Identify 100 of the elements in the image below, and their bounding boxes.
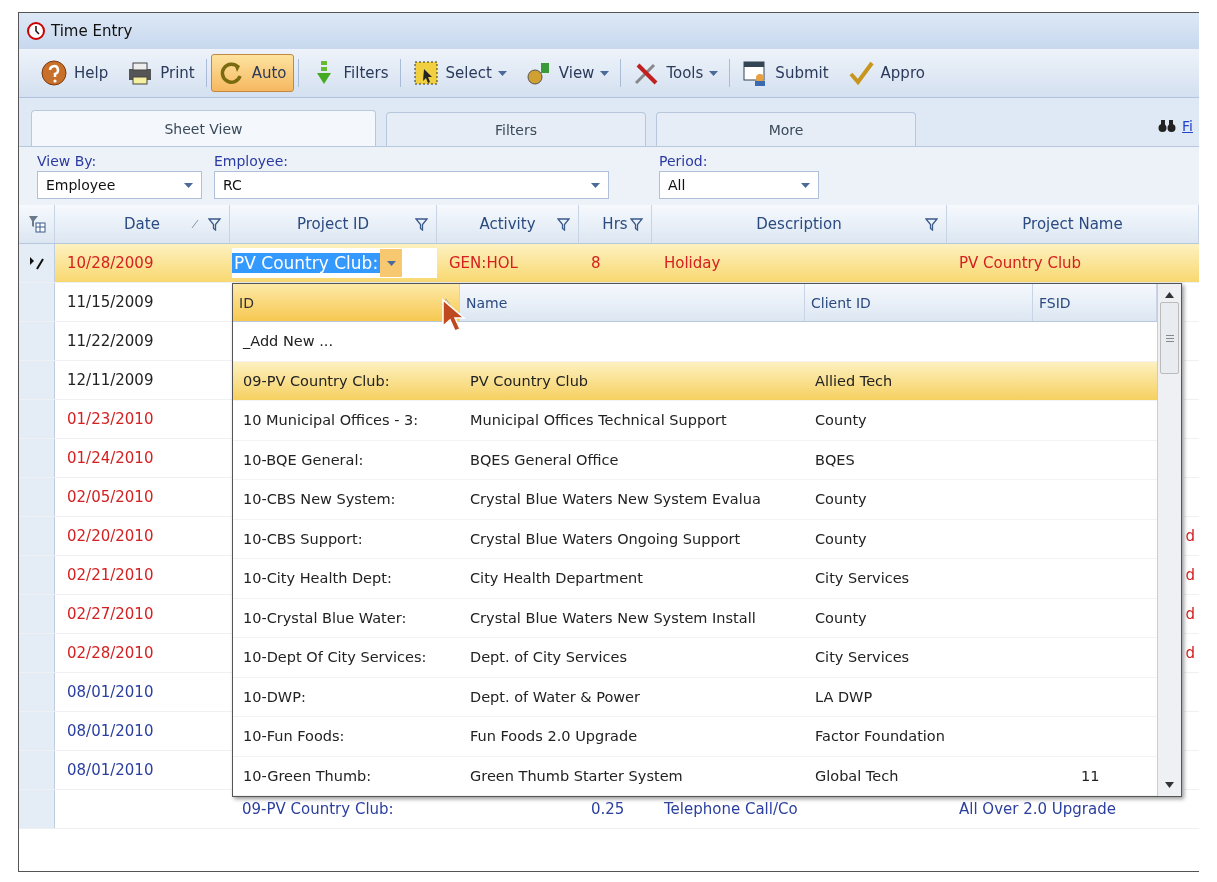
list-item[interactable]: 10-Dept Of City Services: Dept. of City Services City Services [233, 638, 1157, 678]
column-header[interactable]: Activity [479, 215, 536, 233]
table-cell-text: 10-CBS New System: [242, 490, 397, 510]
toolbar-button[interactable]: Print [119, 54, 202, 92]
binoculars-icon [1158, 119, 1177, 133]
toolbar-button[interactable]: Help [33, 54, 116, 92]
toolbar-button[interactable]: Submit [734, 54, 836, 92]
table-cell-text: Crystal Blue Waters New System Evalua [469, 490, 762, 510]
dropdown-arrow-icon[interactable] [591, 182, 600, 188]
list-item[interactable]: 10-DWP: Dept. of Water & Power LA DWP [233, 677, 1157, 717]
column-header[interactable]: Date [124, 215, 160, 233]
table-cell: 0.25 [591, 800, 625, 818]
scroll-down-icon[interactable] [1165, 782, 1174, 788]
dropdown-arrow-icon[interactable] [386, 260, 396, 266]
toolbar-button[interactable]: View [517, 54, 617, 92]
dropdown-arrow-icon[interactable] [801, 182, 810, 188]
table-cell-text: 09-PV Country Club: [242, 371, 391, 391]
table-cell-text: 11 [1080, 766, 1101, 786]
toolbar-button[interactable]: Auto [210, 54, 294, 92]
table-cell: 01/23/2010 [67, 410, 154, 428]
table-cell-text: 10 Municipal Offices - 3: [242, 411, 420, 431]
list-item[interactable]: _Add New ... [233, 322, 1157, 362]
filter-icon[interactable] [208, 218, 221, 231]
column-header[interactable]: Description [756, 215, 842, 233]
dropdown-arrow-icon[interactable] [184, 182, 193, 188]
table-cell-text: 10-CBS Support: [242, 529, 364, 549]
table-cell: 02/28/2010 [67, 644, 154, 662]
table-cell-text: Crystal Blue Waters Ongoing Support [469, 529, 742, 549]
tab[interactable]: More [656, 112, 916, 146]
dropdown-button[interactable] [380, 249, 403, 277]
table-cell: 10/28/2009 [67, 254, 154, 272]
table-cell-text: BQES General Office [469, 450, 620, 470]
dropdown-field[interactable]: All [659, 171, 819, 199]
table-cell-text: 10-Green Thumb: [242, 766, 373, 786]
table-cell-text: Municipal Offices Technical Support [469, 411, 728, 431]
column-header[interactable]: Client ID [805, 284, 1033, 321]
help-icon [40, 59, 68, 87]
dropdown-arrow-icon[interactable] [709, 70, 719, 76]
list-item[interactable]: 10-City Health Dept: City Health Department City Services [233, 559, 1157, 599]
table-cell: 08/01/2010 [67, 722, 154, 740]
list-item[interactable]: 10-CBS Support: Crystal Blue Waters Ongoing Support County [233, 519, 1157, 559]
list-item[interactable]: 10-BQE General: BQES General Office BQES [233, 440, 1157, 480]
table-cell-text: PV Country Club [469, 371, 590, 391]
table-cell-text: BQES [814, 450, 856, 470]
column-header[interactable]: Hrs [602, 215, 628, 233]
list-item[interactable]: 09-PV Country Club: PV Country Club Allied Tech [233, 361, 1157, 401]
toolbar-button[interactable]: Appro [839, 54, 932, 92]
filter-icon[interactable] [415, 218, 428, 231]
table-cell-text: Dept. of City Services [469, 648, 628, 668]
grip-icon [1165, 334, 1174, 342]
table-cell: Holiday [664, 254, 721, 272]
toolbar-button[interactable]: Tools [625, 54, 726, 92]
selection-cursor-icon [411, 59, 440, 87]
row-header[interactable] [19, 244, 55, 282]
table-cell-text: Fun Foods 2.0 Upgrade [469, 727, 639, 747]
filter-icon[interactable] [630, 218, 643, 231]
column-header[interactable]: ID [233, 284, 460, 321]
dropdown-arrow-icon[interactable] [497, 70, 507, 76]
scroll-up-icon[interactable] [1165, 292, 1174, 298]
list-item[interactable]: 10 Municipal Offices - 3: Municipal Offices Technical Support County [233, 401, 1157, 441]
list-item[interactable]: 10-Green Thumb: Green Thumb Starter System Global Tech 11 [233, 756, 1157, 796]
toolbar-button[interactable]: Select [404, 54, 514, 92]
table-cell-text: 10-BQE General: [242, 450, 365, 470]
table-cell: GEN:HOL [449, 254, 518, 272]
list-item[interactable]: 10-Crystal Blue Water: Crystal Blue Waters New System Install County [233, 598, 1157, 638]
table-cell: All Over 2.0 Upgrade [959, 800, 1116, 818]
table-cell-text: County [814, 490, 868, 510]
find-link[interactable]: Fi [1182, 118, 1193, 134]
dropdown-field[interactable]: Employee [37, 171, 202, 199]
list-item[interactable]: 10-CBS New System: Crystal Blue Waters New System Evalua County [233, 480, 1157, 520]
filter-icon[interactable] [925, 218, 938, 231]
table-cell-text: Allied Tech [814, 371, 894, 391]
tab[interactable]: Sheet View [31, 110, 376, 146]
grid-options-icon[interactable] [27, 215, 46, 233]
table-cell-text: City Services [814, 569, 911, 589]
window-title: Time Entry [51, 22, 133, 40]
filter-label: Employee: [214, 153, 290, 169]
filter-label: Period: [659, 153, 709, 169]
clock-icon [27, 22, 45, 40]
column-header[interactable]: Project ID [296, 215, 370, 233]
table-cell: 02/20/2010 [67, 527, 154, 545]
scrollbar[interactable] [1157, 284, 1181, 796]
table-cell-text: Crystal Blue Waters New System Install [469, 608, 757, 628]
table-cell: d [1185, 605, 1195, 623]
list-item[interactable]: 10-Fun Foods: Fun Foods 2.0 Upgrade Factor Foundation [233, 717, 1157, 757]
table-cell: d [1185, 566, 1195, 584]
column-header[interactable]: Project Name [1022, 215, 1123, 233]
table-cell-text: 10-City Health Dept: [242, 569, 393, 589]
table-cell: 02/27/2010 [67, 605, 154, 623]
filter-icon[interactable] [557, 218, 570, 231]
filter-label: View By: [37, 153, 98, 169]
dropdown-field[interactable]: RC [214, 171, 609, 199]
tab[interactable]: Filters [386, 112, 646, 146]
table-cell: d [1185, 527, 1195, 545]
table-cell-text: City Services [814, 648, 911, 668]
dropdown-arrow-icon[interactable] [600, 70, 610, 76]
table-cell-text: Green Thumb Starter System [469, 766, 684, 786]
table-cell: 08/01/2010 [67, 683, 154, 701]
table-cell: 8 [591, 254, 601, 272]
toolbar-button[interactable]: Filters [302, 54, 396, 92]
